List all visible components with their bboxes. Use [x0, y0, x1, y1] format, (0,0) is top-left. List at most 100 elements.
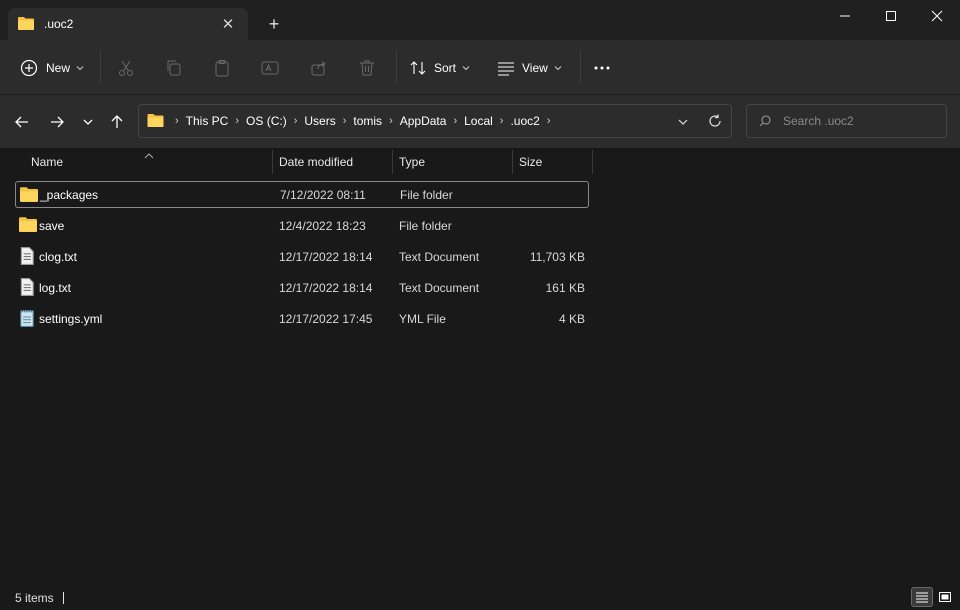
details-view-button[interactable] — [911, 587, 933, 607]
chevron-right-icon[interactable]: › — [343, 115, 347, 127]
table-row[interactable]: log.txt 12/17/2022 18:14 Text Document 1… — [15, 274, 589, 301]
column-header-size[interactable]: Size — [519, 148, 542, 176]
file-size: 161 KB — [545, 280, 585, 295]
folder-icon — [18, 16, 34, 33]
column-header-date[interactable]: Date modified — [279, 148, 353, 176]
rename-button[interactable] — [261, 53, 279, 83]
column-divider[interactable] — [392, 150, 393, 174]
file-date: 12/4/2022 18:23 — [279, 218, 366, 233]
arrow-right-icon — [51, 116, 64, 128]
paste-icon — [215, 60, 229, 77]
sort-icon — [410, 61, 426, 75]
forward-button[interactable] — [46, 111, 68, 133]
column-divider[interactable] — [512, 150, 513, 174]
maximize-button[interactable] — [868, 0, 914, 32]
share-icon — [311, 61, 326, 76]
file-name: _packages — [40, 187, 99, 202]
minimize-button[interactable] — [822, 0, 868, 32]
chevron-down-icon — [554, 66, 562, 71]
arrow-left-icon — [15, 116, 28, 128]
copy-button[interactable] — [165, 53, 183, 83]
yml-file-icon — [19, 309, 35, 330]
text-file-icon — [19, 278, 35, 299]
file-date: 7/12/2022 08:11 — [280, 187, 366, 202]
table-row[interactable]: save 12/4/2022 18:23 File folder — [15, 212, 589, 239]
address-bar[interactable]: › This PC › OS (C:) › Users › tomis › Ap… — [138, 104, 732, 138]
chevron-right-icon[interactable]: › — [547, 115, 551, 127]
column-divider[interactable] — [592, 150, 593, 174]
breadcrumb-item[interactable]: .uoc2 — [510, 114, 539, 128]
column-header-name[interactable]: Name — [31, 148, 63, 176]
chevron-right-icon[interactable]: › — [389, 115, 393, 127]
chevron-right-icon[interactable]: › — [453, 115, 457, 127]
cut-button[interactable] — [117, 53, 135, 83]
rename-icon — [261, 61, 279, 75]
status-divider — [63, 592, 64, 604]
breadcrumb-item[interactable]: Users — [304, 114, 335, 128]
file-type: File folder — [399, 218, 452, 233]
delete-button[interactable] — [358, 53, 376, 83]
search-box[interactable]: Search .uoc2 — [746, 104, 947, 138]
title-bar: .uoc2 ✕ + — [0, 0, 960, 40]
chevron-down-icon — [76, 66, 84, 71]
share-button[interactable] — [310, 53, 328, 83]
tiles-view-icon — [939, 592, 951, 602]
chevron-right-icon[interactable]: › — [175, 115, 179, 127]
breadcrumb-item[interactable]: OS (C:) — [246, 114, 287, 128]
close-icon — [931, 10, 943, 22]
sort-indicator-icon — [144, 148, 154, 162]
file-size: 11,703 KB — [529, 249, 585, 264]
chevron-right-icon[interactable]: › — [235, 115, 239, 127]
item-count: 5 items — [15, 591, 54, 605]
tiles-view-button[interactable] — [934, 587, 956, 607]
table-row[interactable]: clog.txt 12/17/2022 18:14 Text Document … — [15, 243, 589, 270]
sort-label: Sort — [434, 61, 457, 75]
breadcrumb-item[interactable]: This PC — [186, 114, 229, 128]
recent-locations-button[interactable] — [77, 111, 99, 133]
paste-button[interactable] — [213, 53, 231, 83]
maximize-icon — [886, 11, 896, 21]
file-type: Text Document — [399, 249, 480, 264]
address-dropdown-button[interactable] — [677, 116, 689, 130]
search-icon — [759, 115, 771, 127]
delete-icon — [360, 60, 374, 76]
view-button[interactable]: View — [497, 53, 562, 83]
new-plus-icon — [20, 59, 38, 77]
folder-icon — [19, 216, 37, 235]
back-button[interactable] — [11, 111, 33, 133]
up-button[interactable] — [106, 111, 128, 133]
column-divider[interactable] — [272, 150, 273, 174]
divider — [100, 50, 101, 84]
tab-uoc2[interactable]: .uoc2 ✕ — [8, 8, 248, 40]
breadcrumb-item[interactable]: AppData — [400, 114, 447, 128]
breadcrumb: › This PC › OS (C:) › Users › tomis › Ap… — [147, 105, 558, 137]
more-options-button[interactable] — [593, 53, 611, 83]
close-window-button[interactable] — [914, 0, 960, 32]
new-button[interactable]: New — [20, 53, 84, 83]
chevron-right-icon[interactable]: › — [294, 115, 298, 127]
table-row[interactable]: settings.yml 12/17/2022 17:45 YML File 4… — [15, 305, 589, 332]
column-header-type[interactable]: Type — [399, 148, 425, 176]
new-tab-button[interactable]: + — [262, 12, 286, 36]
chevron-right-icon[interactable]: › — [500, 115, 504, 127]
tab-title: .uoc2 — [44, 17, 74, 31]
close-tab-icon[interactable]: ✕ — [218, 15, 238, 33]
new-label: New — [46, 61, 71, 75]
view-label: View — [522, 61, 548, 75]
table-row[interactable]: _packages 7/12/2022 08:11 File folder — [15, 181, 589, 208]
file-name: settings.yml — [39, 311, 103, 326]
copy-icon — [167, 60, 181, 76]
breadcrumb-item[interactable]: tomis — [353, 114, 382, 128]
text-file-icon — [19, 247, 35, 268]
details-view-icon — [916, 592, 928, 603]
search-placeholder: Search .uoc2 — [783, 114, 854, 128]
refresh-icon — [709, 114, 721, 127]
folder-icon — [147, 113, 164, 130]
refresh-button[interactable] — [708, 114, 722, 131]
breadcrumb-item[interactable]: Local — [464, 114, 493, 128]
file-type: YML File — [399, 311, 446, 326]
status-bar: 5 items — [0, 584, 960, 610]
chevron-down-icon — [83, 119, 93, 125]
sort-button[interactable]: Sort — [409, 53, 470, 83]
cut-icon — [119, 60, 133, 76]
